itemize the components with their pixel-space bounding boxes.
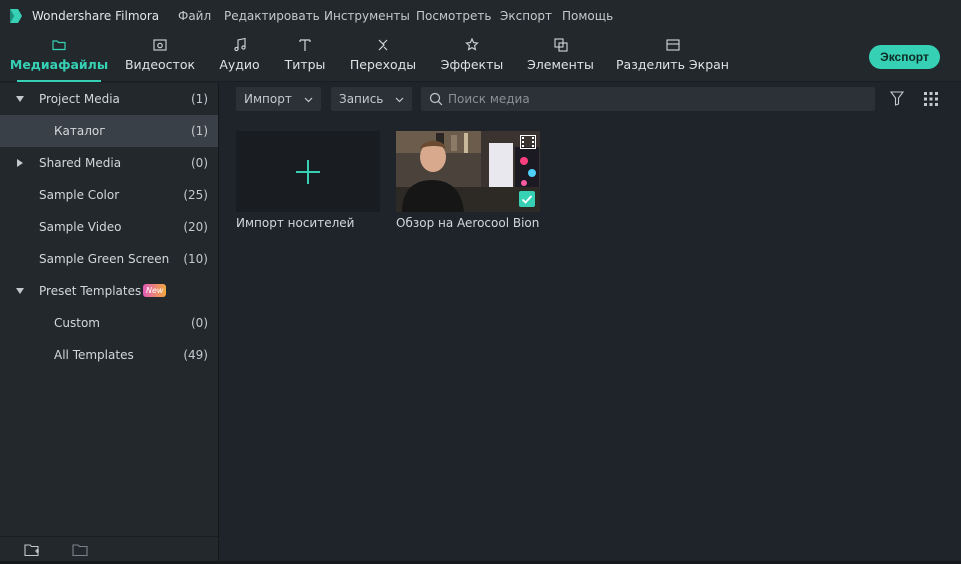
sidebar-item-label: Shared Media bbox=[39, 156, 122, 170]
video-thumbnail[interactable] bbox=[396, 131, 540, 212]
caret-down-icon bbox=[16, 96, 24, 102]
media-label: Обзор на Aerocool Bioni... bbox=[396, 216, 540, 230]
import-media-card[interactable]: Импорт носителей bbox=[236, 131, 380, 230]
menu-edit[interactable]: Редактировать bbox=[224, 9, 320, 23]
export-button[interactable]: Экспорт bbox=[869, 45, 940, 69]
split-screen-icon bbox=[665, 39, 680, 51]
sidebar-item-label: Preset Templates bbox=[39, 284, 142, 298]
record-dropdown[interactable]: Запись bbox=[331, 87, 412, 111]
tab-titles[interactable]: Титры bbox=[284, 32, 326, 81]
folder-icon bbox=[52, 40, 66, 51]
sidebar-item-label: Каталог bbox=[54, 124, 106, 138]
tab-split-screen[interactable]: Разделить Экран bbox=[616, 32, 729, 81]
sidebar-item-count: (20) bbox=[183, 220, 208, 234]
app-title: Wondershare Filmora bbox=[32, 9, 160, 23]
sidebar-item-label: Sample Green Screen bbox=[39, 252, 170, 266]
title-bar: Wondershare Filmora Файл Редактировать И… bbox=[0, 0, 961, 32]
tab-audio[interactable]: Аудио bbox=[219, 32, 260, 81]
tab-effects[interactable]: Эффекты bbox=[441, 32, 503, 81]
sidebar-item-label: Project Media bbox=[39, 92, 120, 106]
tab-label: Титры bbox=[284, 57, 326, 72]
search-icon bbox=[429, 92, 443, 106]
sidebar-item-count: (49) bbox=[183, 348, 208, 362]
import-thumbnail[interactable] bbox=[236, 131, 380, 212]
tab-label: Эффекты bbox=[440, 57, 504, 72]
sidebar-item-project-media[interactable]: Project Media (1) bbox=[0, 83, 218, 115]
search-input[interactable] bbox=[448, 87, 868, 111]
sidebar-item-sample-color[interactable]: Sample Color (25) bbox=[0, 179, 218, 211]
media-panel: Импорт Запись Импорт носителей bbox=[220, 83, 961, 564]
tab-media[interactable]: Медиафайлы bbox=[10, 32, 108, 82]
tab-label: Разделить Экран bbox=[616, 57, 729, 72]
import-dropdown-label: Импорт bbox=[244, 92, 292, 106]
sidebar-item-all-templates[interactable]: All Templates (49) bbox=[0, 339, 218, 371]
sidebar-item-catalog[interactable]: Каталог (1) bbox=[0, 115, 218, 147]
toolbar: Медиафайлы Видеосток Аудио Титры Переход… bbox=[0, 32, 961, 82]
tab-label: Переходы bbox=[349, 57, 417, 72]
menu-tools[interactable]: Инструменты bbox=[324, 9, 410, 23]
new-badge: New bbox=[143, 284, 167, 297]
sidebar-item-label: All Templates bbox=[54, 348, 134, 362]
sidebar-item-label: Sample Color bbox=[39, 188, 120, 202]
sidebar: Project Media (1) Каталог (1) Shared Med… bbox=[0, 83, 219, 564]
sidebar-item-count: (10) bbox=[183, 252, 208, 266]
video-media-card[interactable]: Обзор на Aerocool Bioni... bbox=[396, 131, 540, 230]
caret-down-icon bbox=[16, 288, 24, 294]
record-dropdown-label: Запись bbox=[339, 92, 384, 106]
menu-export[interactable]: Экспорт bbox=[500, 9, 552, 23]
tab-stock-video[interactable]: Видеосток bbox=[125, 32, 195, 81]
chevron-down-icon bbox=[304, 97, 313, 103]
sidebar-item-preset-templates[interactable]: Preset Templates New bbox=[0, 275, 218, 307]
filmora-logo-icon bbox=[10, 9, 22, 23]
transition-icon bbox=[378, 39, 388, 51]
sidebar-item-sample-green-screen[interactable]: Sample Green Screen (10) bbox=[0, 243, 218, 275]
sidebar-item-custom[interactable]: Custom (0) bbox=[0, 307, 218, 339]
menu-help[interactable]: Помощь bbox=[562, 9, 613, 23]
sidebar-item-count: (0) bbox=[191, 156, 208, 170]
search-box bbox=[421, 87, 875, 111]
sidebar-item-sample-video[interactable]: Sample Video (20) bbox=[0, 211, 218, 243]
music-note-icon bbox=[233, 37, 246, 52]
tab-elements[interactable]: Элементы bbox=[527, 32, 594, 81]
add-folder-icon[interactable] bbox=[24, 543, 40, 557]
chevron-down-icon bbox=[395, 97, 404, 103]
tab-label: Медиафайлы bbox=[9, 57, 109, 72]
grid-view-icon[interactable] bbox=[924, 92, 938, 106]
effects-star-icon bbox=[465, 37, 479, 51]
menu-file[interactable]: Файл bbox=[178, 9, 211, 23]
filter-icon[interactable] bbox=[890, 91, 904, 106]
text-icon bbox=[299, 39, 311, 51]
video-clip-icon bbox=[520, 135, 536, 149]
menu-view[interactable]: Посмотреть bbox=[416, 9, 491, 23]
tab-transitions[interactable]: Переходы bbox=[350, 32, 416, 81]
elements-icon bbox=[553, 38, 568, 52]
tab-label: Аудио bbox=[219, 57, 260, 72]
plus-icon bbox=[296, 160, 320, 184]
sidebar-footer bbox=[0, 536, 218, 564]
tab-label: Видеосток bbox=[124, 57, 196, 72]
sidebar-item-label: Sample Video bbox=[39, 220, 122, 234]
folder-icon[interactable] bbox=[72, 543, 88, 557]
caret-right-icon bbox=[17, 159, 23, 167]
sidebar-item-count: (0) bbox=[191, 316, 208, 330]
stock-video-icon bbox=[153, 39, 167, 51]
tab-label: Элементы bbox=[527, 57, 594, 72]
sidebar-item-count: (1) bbox=[191, 92, 208, 106]
checkmark-icon bbox=[519, 191, 535, 207]
media-label: Импорт носителей bbox=[236, 216, 355, 230]
sidebar-item-shared-media[interactable]: Shared Media (0) bbox=[0, 147, 218, 179]
sidebar-item-label: Custom bbox=[54, 316, 100, 330]
sidebar-item-count: (1) bbox=[191, 124, 208, 138]
sidebar-item-count: (25) bbox=[183, 188, 208, 202]
import-dropdown[interactable]: Импорт bbox=[236, 87, 321, 111]
